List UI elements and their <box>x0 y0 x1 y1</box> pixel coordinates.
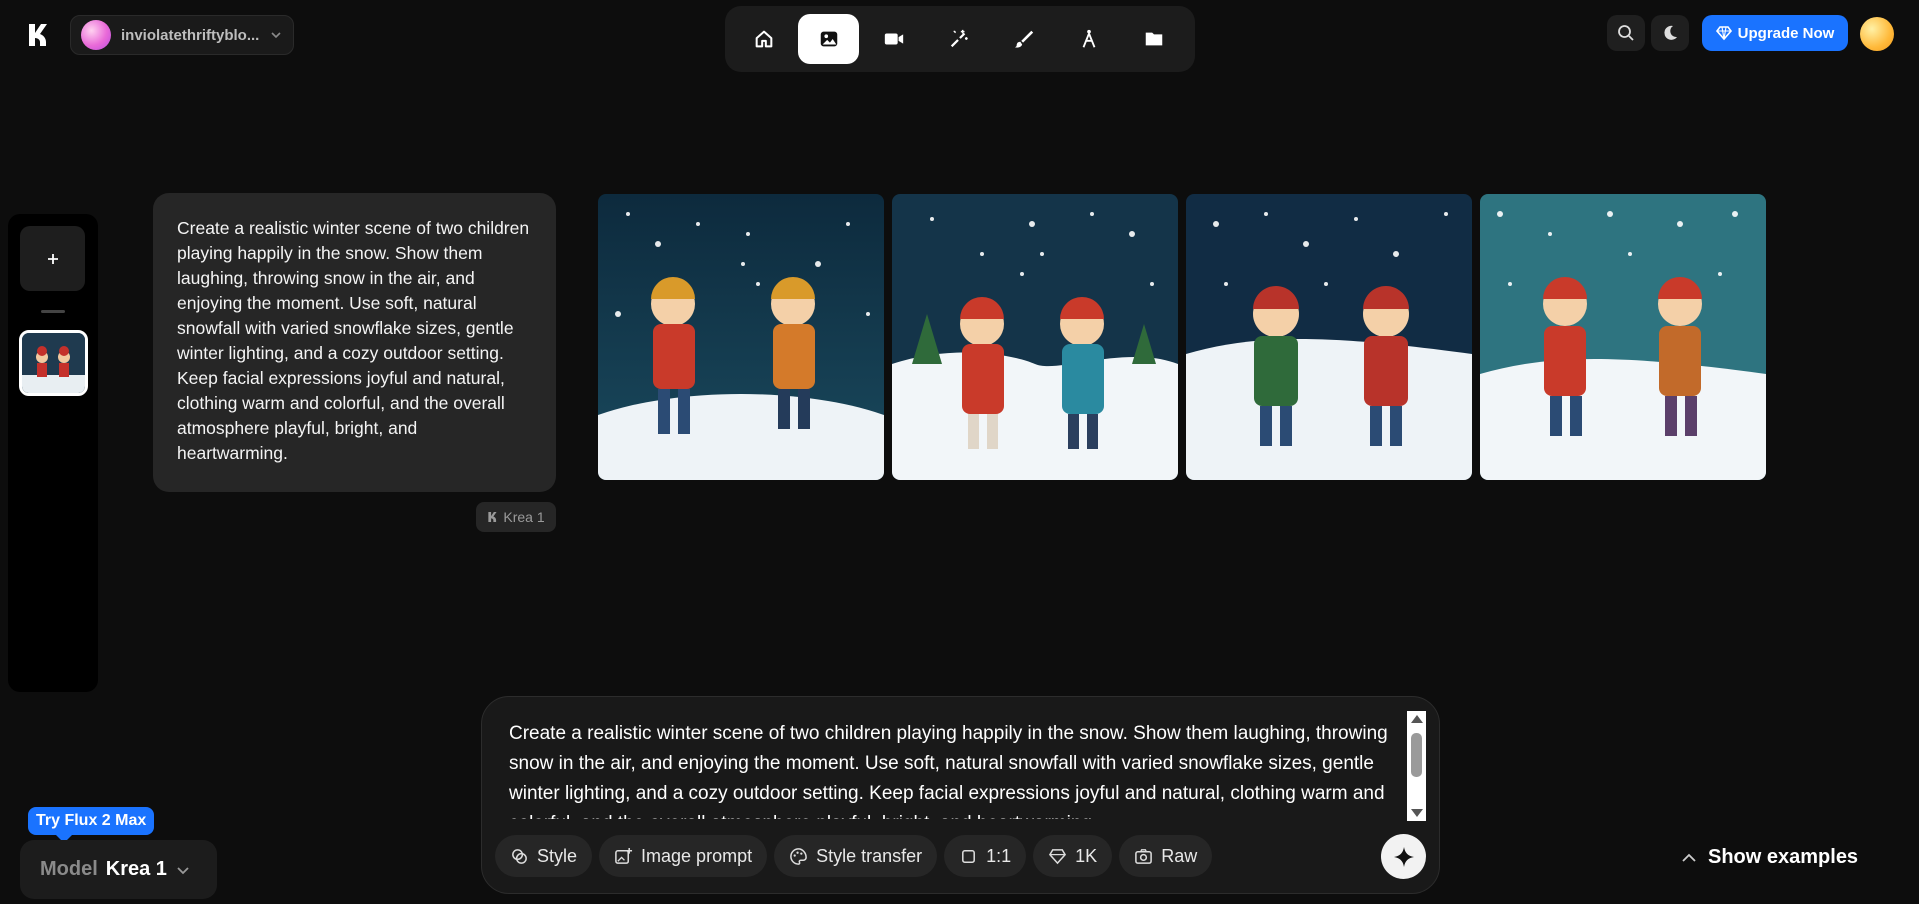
model-tag: Krea 1 <box>476 502 556 532</box>
chevron-up-icon <box>1682 853 1696 862</box>
tool-home[interactable] <box>733 14 794 64</box>
workspace-name: inviolatethriftyblo... <box>121 26 259 44</box>
chevron-down-icon <box>177 866 189 874</box>
workspace-selector[interactable]: inviolatethriftyblo... <box>70 15 294 55</box>
model-value: Krea 1 <box>105 858 167 880</box>
prompt-card: Create a realistic winter scene of two c… <box>153 193 556 492</box>
search-icon <box>1618 25 1634 41</box>
compass-icon <box>1082 29 1095 48</box>
history-sidebar <box>8 214 98 692</box>
model-selector[interactable]: Model Krea 1 <box>20 840 217 899</box>
moon-icon <box>1664 25 1677 40</box>
main-toolbar <box>725 6 1195 72</box>
generate-button[interactable] <box>1381 834 1426 879</box>
krea-logo[interactable] <box>26 22 48 48</box>
raw-button[interactable]: Raw <box>1119 835 1213 877</box>
generated-image[interactable] <box>1480 194 1766 480</box>
sidebar-divider <box>41 310 65 313</box>
scroll-up-arrow[interactable] <box>1411 715 1423 723</box>
scroll-down-arrow[interactable] <box>1411 809 1423 817</box>
video-icon <box>884 33 903 45</box>
generated-image[interactable] <box>598 194 884 480</box>
user-avatar[interactable] <box>1860 17 1894 51</box>
model-tag-label: Krea 1 <box>503 509 545 525</box>
sparkle-icon <box>1393 846 1414 867</box>
show-examples-button[interactable]: Show examples <box>1680 846 1858 869</box>
tool-enhance[interactable] <box>928 14 989 64</box>
tool-image[interactable] <box>798 14 859 64</box>
image-icon <box>820 31 837 47</box>
square-icon <box>962 849 976 863</box>
option-chips: Style Image prompt Style transfer 1:1 1K… <box>495 835 1213 877</box>
generated-image[interactable] <box>1186 194 1472 480</box>
chevron-down-icon <box>271 32 281 39</box>
style-label: Style <box>537 845 578 866</box>
style-transfer-label: Style transfer <box>816 845 923 866</box>
style-icon <box>512 848 527 864</box>
aspect-ratio-label: 1:1 <box>986 845 1012 866</box>
upgrade-button[interactable]: Upgrade Now <box>1702 15 1848 51</box>
image-plus-icon <box>615 847 633 864</box>
theme-toggle-button[interactable] <box>1651 15 1689 51</box>
palette-icon <box>790 847 807 865</box>
new-generation-button[interactable] <box>20 226 85 291</box>
style-button[interactable]: Style <box>495 835 593 877</box>
tool-train[interactable] <box>1058 14 1119 64</box>
history-thumbnail[interactable] <box>19 330 88 396</box>
home-icon <box>755 30 772 48</box>
model-label: Model <box>40 858 98 880</box>
show-examples-label: Show examples <box>1708 846 1859 868</box>
resolution-label: 1K <box>1075 845 1098 866</box>
magic-wand-icon <box>950 29 968 48</box>
raw-label: Raw <box>1161 845 1198 866</box>
folder-icon <box>1145 32 1162 46</box>
krea-icon <box>488 512 497 522</box>
diamond-icon <box>1715 26 1732 41</box>
prompt-input[interactable]: Create a realistic winter scene of two c… <box>509 719 1389 819</box>
tool-edit[interactable] <box>993 14 1054 64</box>
scroll-thumb[interactable] <box>1411 733 1422 777</box>
image-prompt-label: Image prompt <box>641 845 753 866</box>
plus-icon <box>47 253 58 264</box>
prompt-input-panel: Create a realistic winter scene of two c… <box>481 696 1440 894</box>
generated-image[interactable] <box>892 194 1178 480</box>
resolution-button[interactable]: 1K <box>1033 835 1113 877</box>
workspace-avatar <box>81 20 111 50</box>
tool-assets[interactable] <box>1123 14 1184 64</box>
upgrade-label: Upgrade Now <box>1737 24 1835 42</box>
search-button[interactable] <box>1607 15 1645 51</box>
prompt-scrollbar[interactable] <box>1407 711 1426 821</box>
camera-icon <box>1135 848 1153 864</box>
diamond-icon <box>1049 848 1067 864</box>
try-flux-badge[interactable]: Try Flux 2 Max <box>28 807 155 843</box>
aspect-ratio-button[interactable]: 1:1 <box>944 835 1027 877</box>
style-transfer-button[interactable]: Style transfer <box>774 835 938 877</box>
brush-icon <box>1014 30 1033 48</box>
image-prompt-button[interactable]: Image prompt <box>599 835 768 877</box>
tool-video[interactable] <box>863 14 924 64</box>
